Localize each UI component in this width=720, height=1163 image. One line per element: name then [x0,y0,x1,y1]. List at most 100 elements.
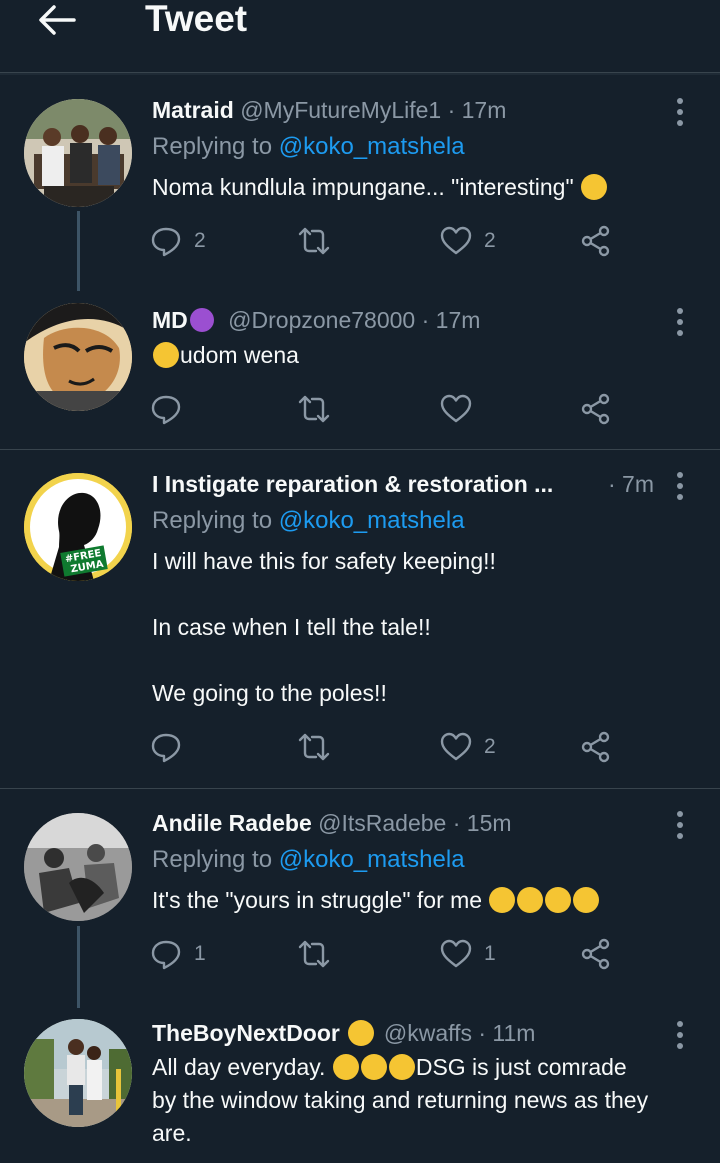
reply-count: 2 [194,229,206,252]
like-count: 1 [484,942,496,965]
page-title: Tweet [145,0,248,39]
more-options-icon[interactable] [672,97,688,127]
share-icon [581,731,610,763]
share-icon [581,938,610,970]
user-handle[interactable]: @MyFutureMyLife1 [240,97,441,123]
mention-link[interactable]: @koko_matshela [279,846,465,873]
retweet-button[interactable] [298,221,342,261]
rofl-emoji-icon [581,174,608,200]
user-handle[interactable]: @ItsRadebe [318,810,446,836]
like-count: 2 [484,735,496,758]
replying-to: Replying to @koko_matshela [152,507,465,535]
like-button[interactable]: 2 [440,727,496,767]
retweet-button[interactable] [298,727,330,767]
tweet-actions: 2 2 [150,221,620,261]
mention-link[interactable]: @koko_matshela [279,133,465,160]
tweet-text-line-1: I will have this for safety keeping!! [152,548,496,574]
joy-emoji-icon [489,887,516,913]
tweet-time[interactable]: · 17m [448,97,507,123]
like-button[interactable]: 1 [440,934,496,974]
heart-icon [440,226,472,255]
tweet-text: All day everyday. DSG is just comrade [152,1051,712,1084]
share-icon [581,225,610,257]
more-options-icon[interactable] [672,1020,688,1050]
more-options-icon[interactable] [672,307,688,337]
tweet-text: Noma kundlula impungane... "interesting" [152,171,608,204]
heart-icon [440,939,472,968]
joy-emoji-icon [388,1054,415,1080]
tweet-author: MD @Dropzone78000 · 17m [152,307,480,334]
display-name[interactable]: Matraid [152,97,234,123]
tweet-time[interactable]: · 11m [478,1020,535,1046]
tweet-author: TheBoyNextDoor @kwaffs · 11m [152,1020,535,1047]
retweet-icon [298,227,330,255]
divider [0,449,720,450]
tweet-actions: 1 1 [150,934,620,974]
divider [0,788,720,789]
avatar[interactable] [24,303,132,411]
tweet-time[interactable]: · 15m [453,810,512,836]
reply-button[interactable]: 1 [150,934,206,974]
joy-emoji-icon [153,342,179,368]
retweet-icon [298,733,330,761]
display-name[interactable]: Andile Radebe [152,810,312,836]
mention-link[interactable]: @koko_matshela [279,507,465,534]
replying-to-label: Replying to [152,846,279,873]
display-name[interactable]: TheBoyNextDoor [152,1020,340,1046]
user-handle[interactable]: @Dropzone78000 [228,307,415,333]
replying-to-label: Replying to [152,507,279,534]
reply-icon [151,940,181,970]
tweet-text-line-3: We going to the poles!! [152,680,387,706]
share-icon [581,393,610,425]
joy-emoji-icon [573,887,600,913]
tweet-time[interactable]: · 17m [422,307,481,333]
more-options-icon[interactable] [672,810,688,840]
avatar[interactable] [24,99,132,207]
more-options-icon[interactable] [672,471,688,501]
tweet-actions: 2 [150,727,620,767]
avatar[interactable] [24,1019,132,1127]
reply-icon [151,733,181,763]
tweet-text-line-2: In case when I tell the tale!! [152,614,431,640]
joy-emoji-icon [517,887,544,913]
retweet-icon [298,940,330,968]
joy-emoji-icon [332,1054,359,1080]
reply-button[interactable]: 2 [150,221,206,261]
like-button[interactable] [440,389,472,429]
tweet-text-content: udom wena [180,342,299,368]
tweet-time[interactable]: · 7m [608,471,654,497]
thread-line [77,926,80,1008]
replying-to: Replying to @koko_matshela [152,846,465,874]
winking-tongue-emoji-icon [347,1020,374,1046]
avatar[interactable]: #FREE ZUMA [24,473,132,581]
reply-button[interactable] [150,389,182,429]
like-count: 2 [484,229,496,252]
tweet-text: udom wena [152,339,299,372]
tweet-text-part-1: All day everyday. [152,1054,326,1080]
display-name[interactable]: MD [152,307,188,333]
retweet-button[interactable] [298,934,330,974]
back-arrow-icon[interactable] [36,4,76,36]
tweet-text-part-2: DSG is just comrade [415,1054,627,1080]
tweet-author: Andile Radebe @ItsRadebe · 15m [152,810,512,837]
tweet-time-wrap: · 7m [608,471,654,498]
reply-button[interactable] [150,727,182,767]
tweet-text: It's the "yours in struggle" for me [152,884,600,917]
tweet-actions [150,389,620,429]
share-button[interactable] [580,934,612,974]
share-button[interactable] [580,727,612,767]
display-name[interactable]: I Instigate reparation & restoration ... [152,471,553,497]
share-button[interactable] [580,389,612,429]
like-button[interactable]: 2 [440,221,496,261]
share-button[interactable] [580,221,612,261]
retweet-button[interactable] [298,389,330,429]
replying-to: Replying to @koko_matshela [152,133,465,161]
avatar[interactable] [24,813,132,921]
thread-line [77,211,80,291]
top-bar: Tweet [0,0,720,73]
replying-to-label: Replying to [152,133,279,160]
heart-icon [440,732,472,761]
tweet-text-content: It's the "yours in struggle" for me [152,887,483,913]
user-handle[interactable]: @kwaffs [384,1020,472,1046]
heart-icon [440,394,472,423]
